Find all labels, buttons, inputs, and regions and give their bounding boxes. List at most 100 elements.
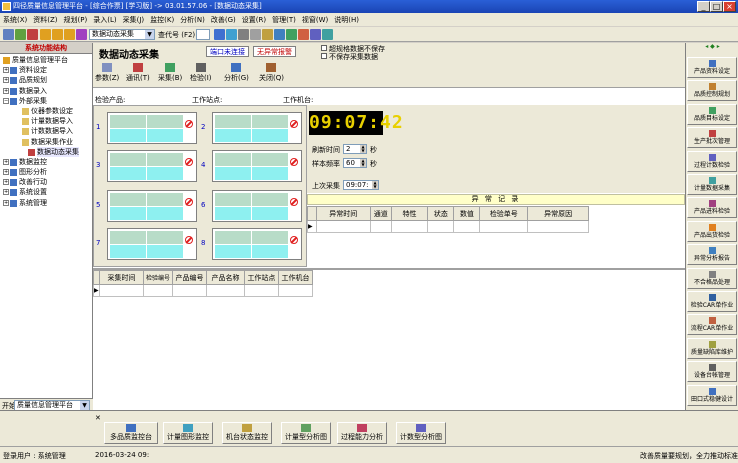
menu-improve[interactable]: 改善(G): [208, 13, 239, 27]
quick-launch-button[interactable]: 设备台帐管理: [687, 361, 737, 383]
quick-launch-button[interactable]: 流程CAR单作业: [687, 314, 737, 336]
inspect-button[interactable]: 检验(I): [190, 63, 212, 83]
task-tab[interactable]: 机台状态监控: [222, 422, 272, 444]
home-icon[interactable]: [3, 29, 14, 40]
channel-4-display[interactable]: [212, 150, 302, 182]
quick-launch-button[interactable]: 不合格品处理: [687, 267, 737, 289]
tree-item[interactable]: + 图形分析: [0, 167, 92, 177]
channel-1-display[interactable]: [107, 112, 197, 144]
expand-icon[interactable]: +: [3, 77, 9, 84]
task-tab[interactable]: 多品质监控台: [104, 422, 158, 444]
task-tab[interactable]: 计量型分析图: [281, 422, 331, 444]
tool-icon-12[interactable]: [298, 29, 309, 40]
menu-settings[interactable]: 设置(R): [239, 13, 269, 27]
channel-3-display[interactable]: [107, 150, 197, 182]
quick-launch-button[interactable]: 计量数据采集: [687, 174, 737, 195]
tree-item[interactable]: 数据采集作业: [0, 137, 92, 147]
table-row[interactable]: ▶: [307, 220, 589, 233]
menu-system[interactable]: 系统(X): [0, 13, 30, 27]
tree-item[interactable]: − 外部采集: [0, 96, 92, 106]
quick-launch-button[interactable]: 生产批次管理: [687, 127, 737, 149]
quick-launch-button[interactable]: 产品资料设定: [687, 57, 737, 78]
column-header[interactable]: 工作机台: [277, 270, 314, 285]
column-header[interactable]: 产品名称: [205, 270, 245, 285]
quick-launch-button[interactable]: 田口式稳健设计: [687, 384, 737, 406]
tree-item[interactable]: 仪器参数设定: [0, 106, 92, 116]
stop-icon[interactable]: [27, 29, 38, 40]
menu-monitor[interactable]: 监控(K): [147, 13, 177, 27]
expand-icon[interactable]: +: [3, 189, 9, 196]
menu-plan[interactable]: 规划(P): [61, 13, 91, 27]
pin-icon[interactable]: ✕: [95, 414, 101, 422]
collect-button[interactable]: 采集(B): [158, 63, 182, 83]
tree-item[interactable]: + 系统管理: [0, 198, 92, 208]
nav-arrows-icon[interactable]: ◂ ◆ ▸: [705, 43, 719, 50]
tree-item[interactable]: + 资料设定: [0, 65, 92, 75]
menu-entry[interactable]: 录入(L): [90, 13, 119, 27]
column-header[interactable]: 通道: [369, 206, 392, 221]
tree-item[interactable]: + 数据录入: [0, 86, 92, 96]
collapse-icon[interactable]: −: [3, 97, 9, 104]
tree-item[interactable]: 质量信息管理平台: [0, 55, 92, 65]
tool-icon-10[interactable]: [274, 29, 285, 40]
column-header[interactable]: 检验单号: [479, 206, 529, 221]
tree-item[interactable]: + 数据监控: [0, 157, 92, 167]
menu-window[interactable]: 视窗(W): [299, 13, 331, 27]
tool-icon-1[interactable]: [40, 29, 51, 40]
code-input[interactable]: [196, 29, 210, 40]
expand-icon[interactable]: +: [3, 67, 9, 74]
column-header[interactable]: 特性: [390, 206, 429, 221]
menu-manage[interactable]: 管理(T): [269, 13, 299, 27]
expand-icon[interactable]: +: [3, 87, 9, 94]
last-collect-time[interactable]: 09:07: ▲ ▼: [343, 180, 379, 190]
task-tab[interactable]: 计量图形监控: [163, 422, 213, 444]
menu-analysis[interactable]: 分析(N): [177, 13, 208, 27]
quick-launch-button[interactable]: 品质控制规划: [687, 80, 737, 102]
tool-icon-13[interactable]: [310, 29, 321, 40]
channel-6-display[interactable]: [212, 190, 302, 222]
channel-8-display[interactable]: [212, 228, 302, 260]
tool-icon-3[interactable]: [64, 29, 75, 40]
minimize-button[interactable]: _: [697, 1, 710, 12]
close-button[interactable]: ×: [723, 1, 736, 12]
menu-help[interactable]: 说明(H): [331, 13, 362, 27]
tool-icon-6[interactable]: [226, 29, 237, 40]
analysis-button[interactable]: 分析(G): [224, 63, 249, 83]
quick-launch-button[interactable]: 产品进料检验: [687, 197, 737, 219]
column-header[interactable]: 采集时间: [98, 270, 144, 285]
maximize-button[interactable]: □: [710, 1, 723, 12]
tool-icon-5[interactable]: [214, 29, 225, 40]
channel-7-display[interactable]: [107, 228, 197, 260]
tool-icon-8[interactable]: [250, 29, 261, 40]
task-tab[interactable]: 计数型分析图: [396, 422, 446, 444]
channel-5-display[interactable]: [107, 190, 197, 222]
checkbox-no-save[interactable]: [321, 53, 327, 59]
checkbox-out-of-spec[interactable]: [321, 45, 327, 51]
refresh-interval-spinner[interactable]: 2 ▲ ▼: [343, 144, 367, 154]
tool-icon-14[interactable]: [322, 29, 333, 40]
close-page-button[interactable]: 关闭(Q): [259, 63, 284, 83]
quick-launch-button[interactable]: 品质目标设定: [687, 103, 737, 125]
quick-launch-button[interactable]: 产品出货检验: [687, 220, 737, 242]
tree-item[interactable]: + 改善行动: [0, 177, 92, 187]
tool-icon-4[interactable]: [76, 29, 87, 40]
tool-icon-11[interactable]: [286, 29, 297, 40]
tree-item[interactable]: 计数数据导入: [0, 126, 92, 136]
expand-icon[interactable]: +: [3, 199, 9, 206]
tree-item[interactable]: + 系统设置: [0, 187, 92, 197]
tool-icon-9[interactable]: [262, 29, 273, 40]
expand-icon[interactable]: +: [3, 169, 9, 176]
quick-launch-button[interactable]: 过程计数检验: [687, 150, 737, 172]
column-header[interactable]: 状态: [427, 206, 455, 221]
channel-2-display[interactable]: [212, 112, 302, 144]
tree-item[interactable]: + 品质规划: [0, 75, 92, 85]
comm-button[interactable]: 通讯(T): [126, 63, 150, 83]
task-tab[interactable]: 过程能力分析: [337, 422, 387, 444]
collection-records-table[interactable]: 采集时间 检验编号 产品编号 产品名称 工作站点 工作机台 ▶: [93, 270, 314, 297]
module-combo[interactable]: 数据动态采集 ▼: [89, 29, 155, 40]
abnormal-records-table[interactable]: 异常时间 通道 特性 状态 数值 检验单号 异常原因 ▶: [307, 206, 589, 233]
tree-item[interactable]: 计量数据导入: [0, 116, 92, 126]
tree-item[interactable]: 数据动态采集: [0, 146, 92, 157]
column-header[interactable]: 异常原因: [527, 206, 589, 221]
menu-data[interactable]: 资料(Z): [30, 13, 60, 27]
